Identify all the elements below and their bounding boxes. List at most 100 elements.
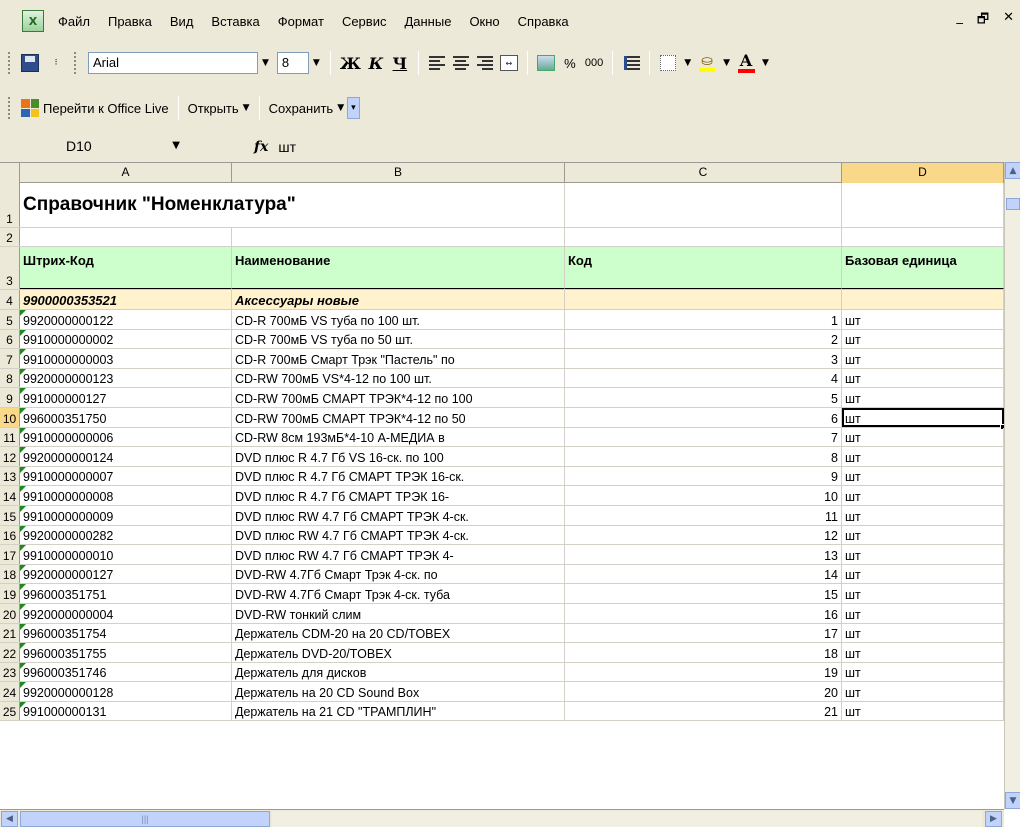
barcode-cell[interactable]: 9910000000010 xyxy=(20,545,232,564)
code-cell[interactable]: 6 xyxy=(565,407,842,427)
group-name[interactable]: Аксессуары новые xyxy=(232,290,565,309)
unit-cell[interactable]: шт xyxy=(842,329,1004,349)
row-header[interactable]: 10 xyxy=(0,407,20,427)
menu-format[interactable]: Формат xyxy=(278,14,324,29)
close-icon[interactable]: ✕ xyxy=(1003,10,1014,32)
code-cell[interactable]: 21 xyxy=(565,701,842,721)
toolbar-options-button-2[interactable]: ▾ xyxy=(347,97,360,119)
cell[interactable] xyxy=(20,228,232,246)
row-header[interactable]: 6 xyxy=(0,329,20,349)
code-cell[interactable]: 7 xyxy=(565,427,842,447)
code-cell[interactable]: 11 xyxy=(565,505,842,525)
row-header[interactable]: 7 xyxy=(0,349,20,368)
unit-cell[interactable]: шт xyxy=(842,368,1004,388)
name-cell[interactable]: CD-RW 8см 193мБ*4-10 А-МЕДИА в xyxy=(232,427,565,447)
name-cell[interactable]: Держатель на 20 CD Sound Box xyxy=(232,682,565,701)
row-header[interactable]: 22 xyxy=(0,643,20,662)
toolbar-options-button[interactable]: ⁝ xyxy=(42,51,66,75)
unit-cell[interactable]: шт xyxy=(842,701,1004,721)
barcode-cell[interactable]: 996000351750 xyxy=(20,407,232,427)
name-cell[interactable]: DVD плюс RW 4.7 Гб СМАРТ ТРЭК 4- xyxy=(232,545,565,564)
vertical-scrollbar[interactable]: ▲ ▼ xyxy=(1004,162,1020,809)
menu-file[interactable]: Файл xyxy=(58,14,90,29)
menu-help[interactable]: Справка xyxy=(518,14,569,29)
menu-view[interactable]: Вид xyxy=(170,14,194,29)
menu-tools[interactable]: Сервис xyxy=(342,14,387,29)
name-cell[interactable]: DVD плюс RW 4.7 Гб СМАРТ ТРЭК 4-ск. xyxy=(232,525,565,545)
unit-cell[interactable]: шт xyxy=(842,682,1004,701)
fill-color-button[interactable]: ⛀ xyxy=(695,51,719,75)
bold-button[interactable]: Ж xyxy=(337,51,364,75)
unit-cell[interactable]: шт xyxy=(842,603,1004,623)
unit-cell[interactable]: шт xyxy=(842,584,1004,603)
name-box-dropdown-icon[interactable]: ▼ xyxy=(172,140,180,151)
name-box[interactable]: D10 ▼ xyxy=(42,136,192,158)
code-cell[interactable]: 10 xyxy=(565,486,842,505)
header-name[interactable]: Наименование xyxy=(232,247,565,289)
cell[interactable] xyxy=(842,228,1004,246)
open-button[interactable]: Открыть ▼ xyxy=(185,96,253,120)
cell[interactable] xyxy=(565,183,842,227)
row-header[interactable]: 25 xyxy=(0,701,20,721)
cell[interactable] xyxy=(232,228,565,246)
cell[interactable] xyxy=(842,183,1004,227)
row-header[interactable]: 14 xyxy=(0,486,20,505)
code-cell[interactable]: 17 xyxy=(565,623,842,643)
name-cell[interactable]: DVD плюс R 4.7 Гб СМАРТ ТРЭК 16- xyxy=(232,486,565,505)
header-code[interactable]: Код xyxy=(565,247,842,289)
formula-input[interactable]: шт xyxy=(278,139,296,155)
unit-cell[interactable]: шт xyxy=(842,505,1004,525)
cell[interactable] xyxy=(565,228,842,246)
name-cell[interactable]: Держатель CDM-20 на 20 CD/TOBEX xyxy=(232,623,565,643)
code-cell[interactable]: 20 xyxy=(565,682,842,701)
thousands-separator-button[interactable]: 000 xyxy=(582,51,606,75)
name-cell[interactable]: DVD-RW 4.7Гб Смарт Трэк 4-ск. туба xyxy=(232,584,565,603)
cell[interactable] xyxy=(565,290,842,309)
insert-function-icon[interactable]: fx xyxy=(254,139,268,155)
name-cell[interactable]: CD-R 700мБ Смарт Трэк "Пастель" по xyxy=(232,349,565,368)
unit-cell[interactable]: шт xyxy=(842,466,1004,486)
unit-cell[interactable]: шт xyxy=(842,643,1004,662)
row-header[interactable]: 23 xyxy=(0,662,20,682)
italic-button[interactable]: К xyxy=(364,51,388,75)
row-header[interactable]: 24 xyxy=(0,682,20,701)
fill-color-dropdown-icon[interactable]: ▼ xyxy=(723,58,730,68)
percent-button[interactable]: % xyxy=(558,51,582,75)
barcode-cell[interactable]: 9920000000282 xyxy=(20,525,232,545)
borders-dropdown-icon[interactable]: ▼ xyxy=(684,58,691,68)
column-header-a[interactable]: A xyxy=(20,163,232,183)
row-header[interactable]: 12 xyxy=(0,447,20,466)
sheet-title[interactable]: Справочник "Номенклатура" xyxy=(20,183,565,227)
barcode-cell[interactable]: 991000000127 xyxy=(20,388,232,407)
restore-icon[interactable]: 🗗 xyxy=(977,10,989,32)
code-cell[interactable]: 2 xyxy=(565,329,842,349)
code-cell[interactable]: 16 xyxy=(565,603,842,623)
barcode-cell[interactable]: 991000000131 xyxy=(20,701,232,721)
row-header[interactable]: 9 xyxy=(0,388,20,407)
font-size-box[interactable]: 8 xyxy=(276,52,309,74)
code-cell[interactable]: 1 xyxy=(565,310,842,329)
name-cell[interactable]: DVD плюс R 4.7 Гб СМАРТ ТРЭК 16-ск. xyxy=(232,466,565,486)
select-all-corner[interactable] xyxy=(0,163,20,183)
unit-cell[interactable]: шт xyxy=(842,427,1004,447)
name-cell[interactable]: Держатель для дисков xyxy=(232,662,565,682)
row-header[interactable]: 11 xyxy=(0,427,20,447)
barcode-cell[interactable]: 996000351746 xyxy=(20,662,232,682)
row-header[interactable]: 8 xyxy=(0,368,20,388)
name-cell[interactable]: CD-R 700мБ VS туба по 50 шт. xyxy=(232,329,565,349)
barcode-cell[interactable]: 9920000000122 xyxy=(20,310,232,329)
menu-data[interactable]: Данные xyxy=(404,14,451,29)
barcode-cell[interactable]: 9910000000009 xyxy=(20,505,232,525)
scroll-right-icon[interactable]: ▶ xyxy=(985,811,1002,827)
goto-office-live-button[interactable]: Перейти к Office Live xyxy=(18,96,172,120)
decrease-indent-button[interactable] xyxy=(619,51,643,75)
code-cell[interactable]: 9 xyxy=(565,466,842,486)
code-cell[interactable]: 5 xyxy=(565,388,842,407)
code-cell[interactable]: 15 xyxy=(565,584,842,603)
group-code[interactable]: 9900000353521 xyxy=(20,290,232,309)
toolbar-grip-3[interactable] xyxy=(8,97,12,119)
code-cell[interactable]: 13 xyxy=(565,545,842,564)
cell[interactable] xyxy=(842,290,1004,309)
barcode-cell[interactable]: 9920000000124 xyxy=(20,447,232,466)
code-cell[interactable]: 18 xyxy=(565,643,842,662)
